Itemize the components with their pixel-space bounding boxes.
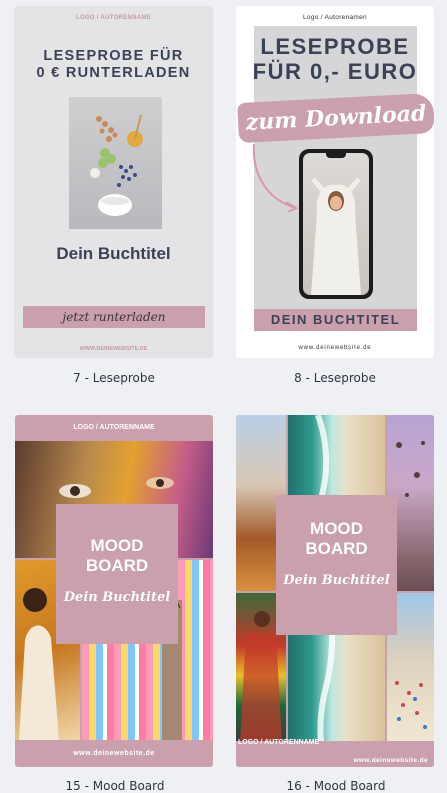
logo-text: LOGO / AUTORENNAME <box>75 15 152 21</box>
cta-text: jetzt runterladen <box>62 310 166 324</box>
headline: MOOD BOARD <box>56 536 178 576</box>
template-card-15-mood-board[interactable]: LOGO / AUTORENNAME MOOD BOARD Dein Bucht… <box>15 415 213 767</box>
mood-board-box: MOOD BOARD Dein Buchtitel <box>276 495 397 635</box>
cta-band: jetzt runterladen <box>23 306 205 328</box>
website-text: www.deinewebsite.de <box>298 345 372 351</box>
headline-line-1: LESEPROBE FÜR <box>43 48 184 64</box>
website-text: www.deinewebsite.de <box>353 757 428 764</box>
flatlay-photo <box>69 97 162 229</box>
template-caption: 8 - Leseprobe <box>294 371 376 385</box>
book-title: Dein Buchtitel <box>63 590 171 605</box>
headline-line-1: LESEPROBE <box>260 34 410 59</box>
logo-text: LOGO / AUTORENNAME <box>73 424 155 431</box>
headline-line-2: BOARD <box>85 556 149 575</box>
book-title: Dein Buchtitel <box>56 244 171 263</box>
template-caption: 16 - Mood Board <box>286 779 386 793</box>
headline-line-2: 0 € RUNTERLADEN <box>36 65 191 81</box>
footer-band: LOGO / AUTORENNAME www.deinewebsite.de <box>236 739 434 767</box>
template-card-16-mood-board[interactable]: MOOD BOARD Dein Buchtitel LOGO / AUTOREN… <box>236 415 434 767</box>
mood-board-box: MOOD BOARD Dein Buchtitel <box>56 504 178 644</box>
template-card-7-leseprobe[interactable]: LOGO / AUTORENNAME LESEPROBE FÜR 0 € RUN… <box>14 6 213 358</box>
book-title: DEIN BUCHTITEL <box>270 312 401 327</box>
phone-mockup <box>299 149 373 299</box>
headline-line-2: BOARD <box>305 539 368 558</box>
headline-line-1: MOOD <box>310 519 363 538</box>
title-band: DEIN BUCHTITEL <box>254 309 417 331</box>
headline: MOOD BOARD <box>276 519 397 559</box>
template-caption: 15 - Mood Board <box>65 779 165 793</box>
headline-line-2: FÜR 0,- EURO <box>252 59 418 84</box>
website-text: WWW.DEINEWEBSITE.DE <box>79 346 148 352</box>
book-title: Dein Buchtitel <box>283 573 390 588</box>
phone-screen-photo <box>303 153 369 295</box>
logo-text: LOGO / AUTORENNAME <box>238 739 320 746</box>
template-card-8-leseprobe[interactable]: Logo / Autorenamen LESEPROBE FÜR 0,- EUR… <box>236 6 434 358</box>
website-text: www.deinewebsite.de <box>73 750 155 757</box>
arrow-icon <box>252 143 299 212</box>
headline: LESEPROBE FÜR 0,- EURO <box>236 34 434 84</box>
template-caption: 7 - Leseprobe <box>73 371 155 385</box>
headline: LESEPROBE FÜR 0 € RUNTERLADEN <box>14 48 213 82</box>
headline-line-1: MOOD <box>90 536 144 555</box>
logo-text: Logo / Autorenamen <box>303 14 367 21</box>
